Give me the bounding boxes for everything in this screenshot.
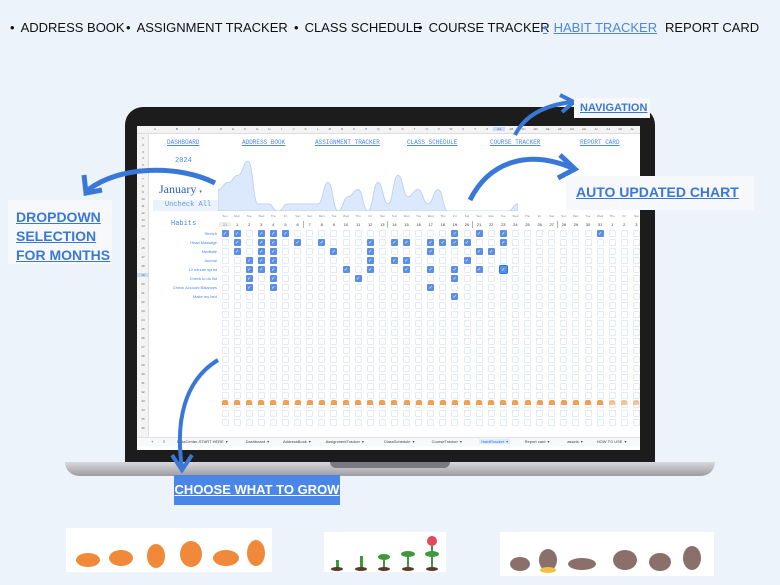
callout-line: DROPDOWN [16, 209, 101, 225]
plants-image [324, 532, 446, 572]
callout-line: FOR MONTHS [16, 247, 111, 263]
arrow-to-dropdown [86, 167, 217, 193]
dropdown-callout: DROPDOWN SELECTION FOR MONTHS [16, 208, 110, 265]
arrow-to-chart [467, 156, 573, 202]
arrow-to-navigation [513, 100, 573, 136]
fox-characters-image [66, 528, 272, 572]
callout-line: SELECTION [16, 228, 97, 244]
arrows [81, 93, 580, 474]
navigation-callout: NAVIGATION [580, 102, 648, 114]
chart-callout: AUTO UPDATED CHART [576, 184, 739, 200]
choose-what-to-grow-callout: CHOOSE WHAT TO GROW [174, 475, 340, 505]
arrow-to-grow [177, 358, 220, 469]
cat-characters-image [500, 532, 714, 576]
